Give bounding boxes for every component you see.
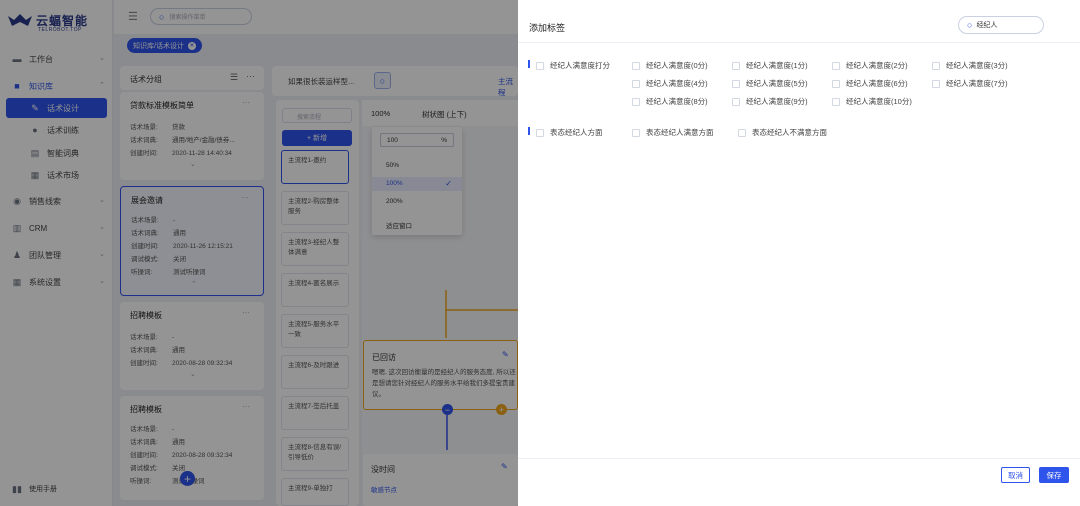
divider [518, 458, 1080, 459]
checkbox-option[interactable]: 经纪人满意度(4分) [632, 78, 708, 89]
checkbox-option[interactable]: 表态经纪人满意方面 [632, 127, 714, 138]
drawer-title: 添加标签 [529, 23, 566, 33]
save-button[interactable]: 保存 [1039, 467, 1069, 483]
checkbox-option[interactable]: 经纪人满意度(2分) [832, 60, 908, 71]
group-marker [528, 60, 530, 68]
checkbox-option[interactable]: 经纪人满意度(1分) [732, 60, 808, 71]
tag-search-input[interactable]: ○ 经纪人 [958, 16, 1044, 34]
add-tag-drawer: 添加标签 ○ 经纪人 经纪人满意度打分 经纪人满意度(0分) 经纪人满意度(1分)… [518, 0, 1080, 506]
checkbox-group-satisfaction[interactable]: 经纪人满意度打分 [536, 60, 610, 71]
divider [518, 42, 1080, 43]
tag-search-value: 经纪人 [976, 22, 998, 29]
checkbox-group-attitude[interactable]: 表态经纪人方面 [536, 127, 603, 138]
checkbox-option[interactable]: 经纪人满意度(3分) [932, 60, 1008, 71]
checkbox-option[interactable]: 经纪人满意度(8分) [632, 96, 708, 107]
checkbox-option[interactable]: 表态经纪人不满意方面 [738, 127, 827, 138]
checkbox-option[interactable]: 经纪人满意度(0分) [632, 60, 708, 71]
checkbox-option[interactable]: 经纪人满意度(9分) [732, 96, 808, 107]
checkbox-option[interactable]: 经纪人满意度(6分) [832, 78, 908, 89]
modal-mask[interactable] [0, 0, 518, 506]
group-marker [528, 127, 530, 135]
cancel-button[interactable]: 取消 [1001, 467, 1030, 483]
search-icon: ○ [967, 20, 973, 30]
checkbox-option[interactable]: 经纪人满意度(10分) [832, 96, 912, 107]
checkbox-option[interactable]: 经纪人满意度(5分) [732, 78, 808, 89]
checkbox-option[interactable]: 经纪人满意度(7分) [932, 78, 1008, 89]
